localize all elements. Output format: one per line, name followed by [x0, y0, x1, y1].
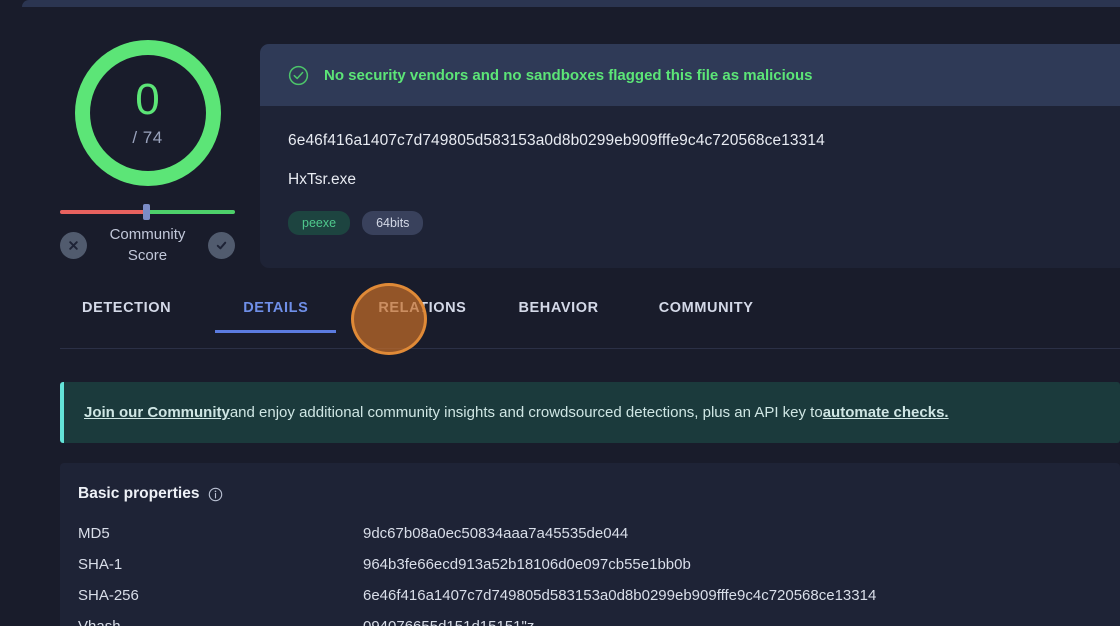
basic-properties-title: Basic properties: [78, 485, 199, 503]
basic-properties-section: Basic properties MD5 9dc67b08a0ec50834aa…: [60, 463, 1120, 626]
basic-properties-table: MD5 9dc67b08a0ec50834aaa7a45535de044 SHA…: [78, 525, 1102, 626]
community-score-label: Community Score: [87, 224, 208, 266]
community-score-widget: Community Score: [60, 210, 235, 266]
community-score-label-line1: Community: [110, 226, 186, 243]
file-sha256: 6e46f416a1407c7d749805d583153a0d8b0299eb…: [288, 132, 1120, 150]
tab-community[interactable]: COMMUNITY: [659, 300, 754, 333]
tag-peexe[interactable]: peexe: [288, 211, 350, 235]
report-tabs: DETECTION DETAILS RELATIONS BEHAVIOR COM…: [60, 300, 1120, 349]
verdict-message: No security vendors and no sandboxes fla…: [324, 67, 812, 84]
automate-checks-link[interactable]: automate checks.: [823, 404, 949, 421]
table-row: SHA-1 964b3fe66ecd913a52b18106d0e097cb55…: [78, 556, 1102, 587]
tab-relations[interactable]: RELATIONS: [378, 300, 466, 333]
community-score-label-line2: Score: [128, 247, 167, 264]
info-icon[interactable]: [208, 487, 223, 502]
tag-64bits[interactable]: 64bits: [362, 211, 423, 235]
community-score-slider[interactable]: [60, 210, 235, 214]
property-key: MD5: [78, 525, 363, 556]
tab-behavior[interactable]: BEHAVIOR: [518, 300, 598, 333]
basic-properties-header: Basic properties: [78, 485, 1102, 503]
top-accent-strip: [22, 0, 1120, 7]
table-row: Vhash 094076655d151d15151"z: [78, 618, 1102, 626]
tab-detection[interactable]: DETECTION: [82, 300, 171, 333]
property-value: 094076655d151d15151"z: [363, 618, 1102, 626]
check-circle-icon: [288, 65, 309, 86]
property-key: Vhash: [78, 618, 363, 626]
tab-details[interactable]: DETAILS: [243, 300, 308, 333]
file-summary-card: No security vendors and no sandboxes fla…: [260, 44, 1120, 268]
join-community-banner: Join our Community and enjoy additional …: [60, 382, 1120, 443]
detection-score-panel: 0 / 74 Community Score: [60, 30, 235, 266]
property-value: 964b3fe66ecd913a52b18106d0e097cb55e1bb0b: [363, 556, 1102, 587]
join-community-link[interactable]: Join our Community: [84, 404, 230, 421]
property-value: 9dc67b08a0ec50834aaa7a45535de044: [363, 525, 1102, 556]
verdict-banner: No security vendors and no sandboxes fla…: [260, 44, 1120, 106]
table-row: MD5 9dc67b08a0ec50834aaa7a45535de044: [78, 525, 1102, 556]
detection-total: / 74: [132, 128, 162, 148]
property-key: SHA-1: [78, 556, 363, 587]
file-tags: peexe 64bits: [288, 211, 1120, 235]
x-circle-icon[interactable]: [60, 232, 87, 259]
detection-count: 0: [135, 78, 159, 122]
virustotal-file-report-page: 0 / 74 Community Score: [0, 0, 1120, 626]
community-score-slider-thumb[interactable]: [143, 204, 150, 220]
table-row: SHA-256 6e46f416a1407c7d749805d583153a0d…: [78, 587, 1102, 618]
join-community-text: and enjoy additional community insights …: [230, 404, 823, 421]
detection-score-ring-center: 0 / 74: [90, 55, 206, 171]
property-key: SHA-256: [78, 587, 363, 618]
detection-score-ring: 0 / 74: [75, 40, 221, 186]
file-name: HxTsr.exe: [288, 171, 1120, 189]
check-circle-icon[interactable]: [208, 232, 235, 259]
file-meta-body: 6e46f416a1407c7d749805d583153a0d8b0299eb…: [260, 106, 1120, 268]
property-value: 6e46f416a1407c7d749805d583153a0d8b0299eb…: [363, 587, 1102, 618]
